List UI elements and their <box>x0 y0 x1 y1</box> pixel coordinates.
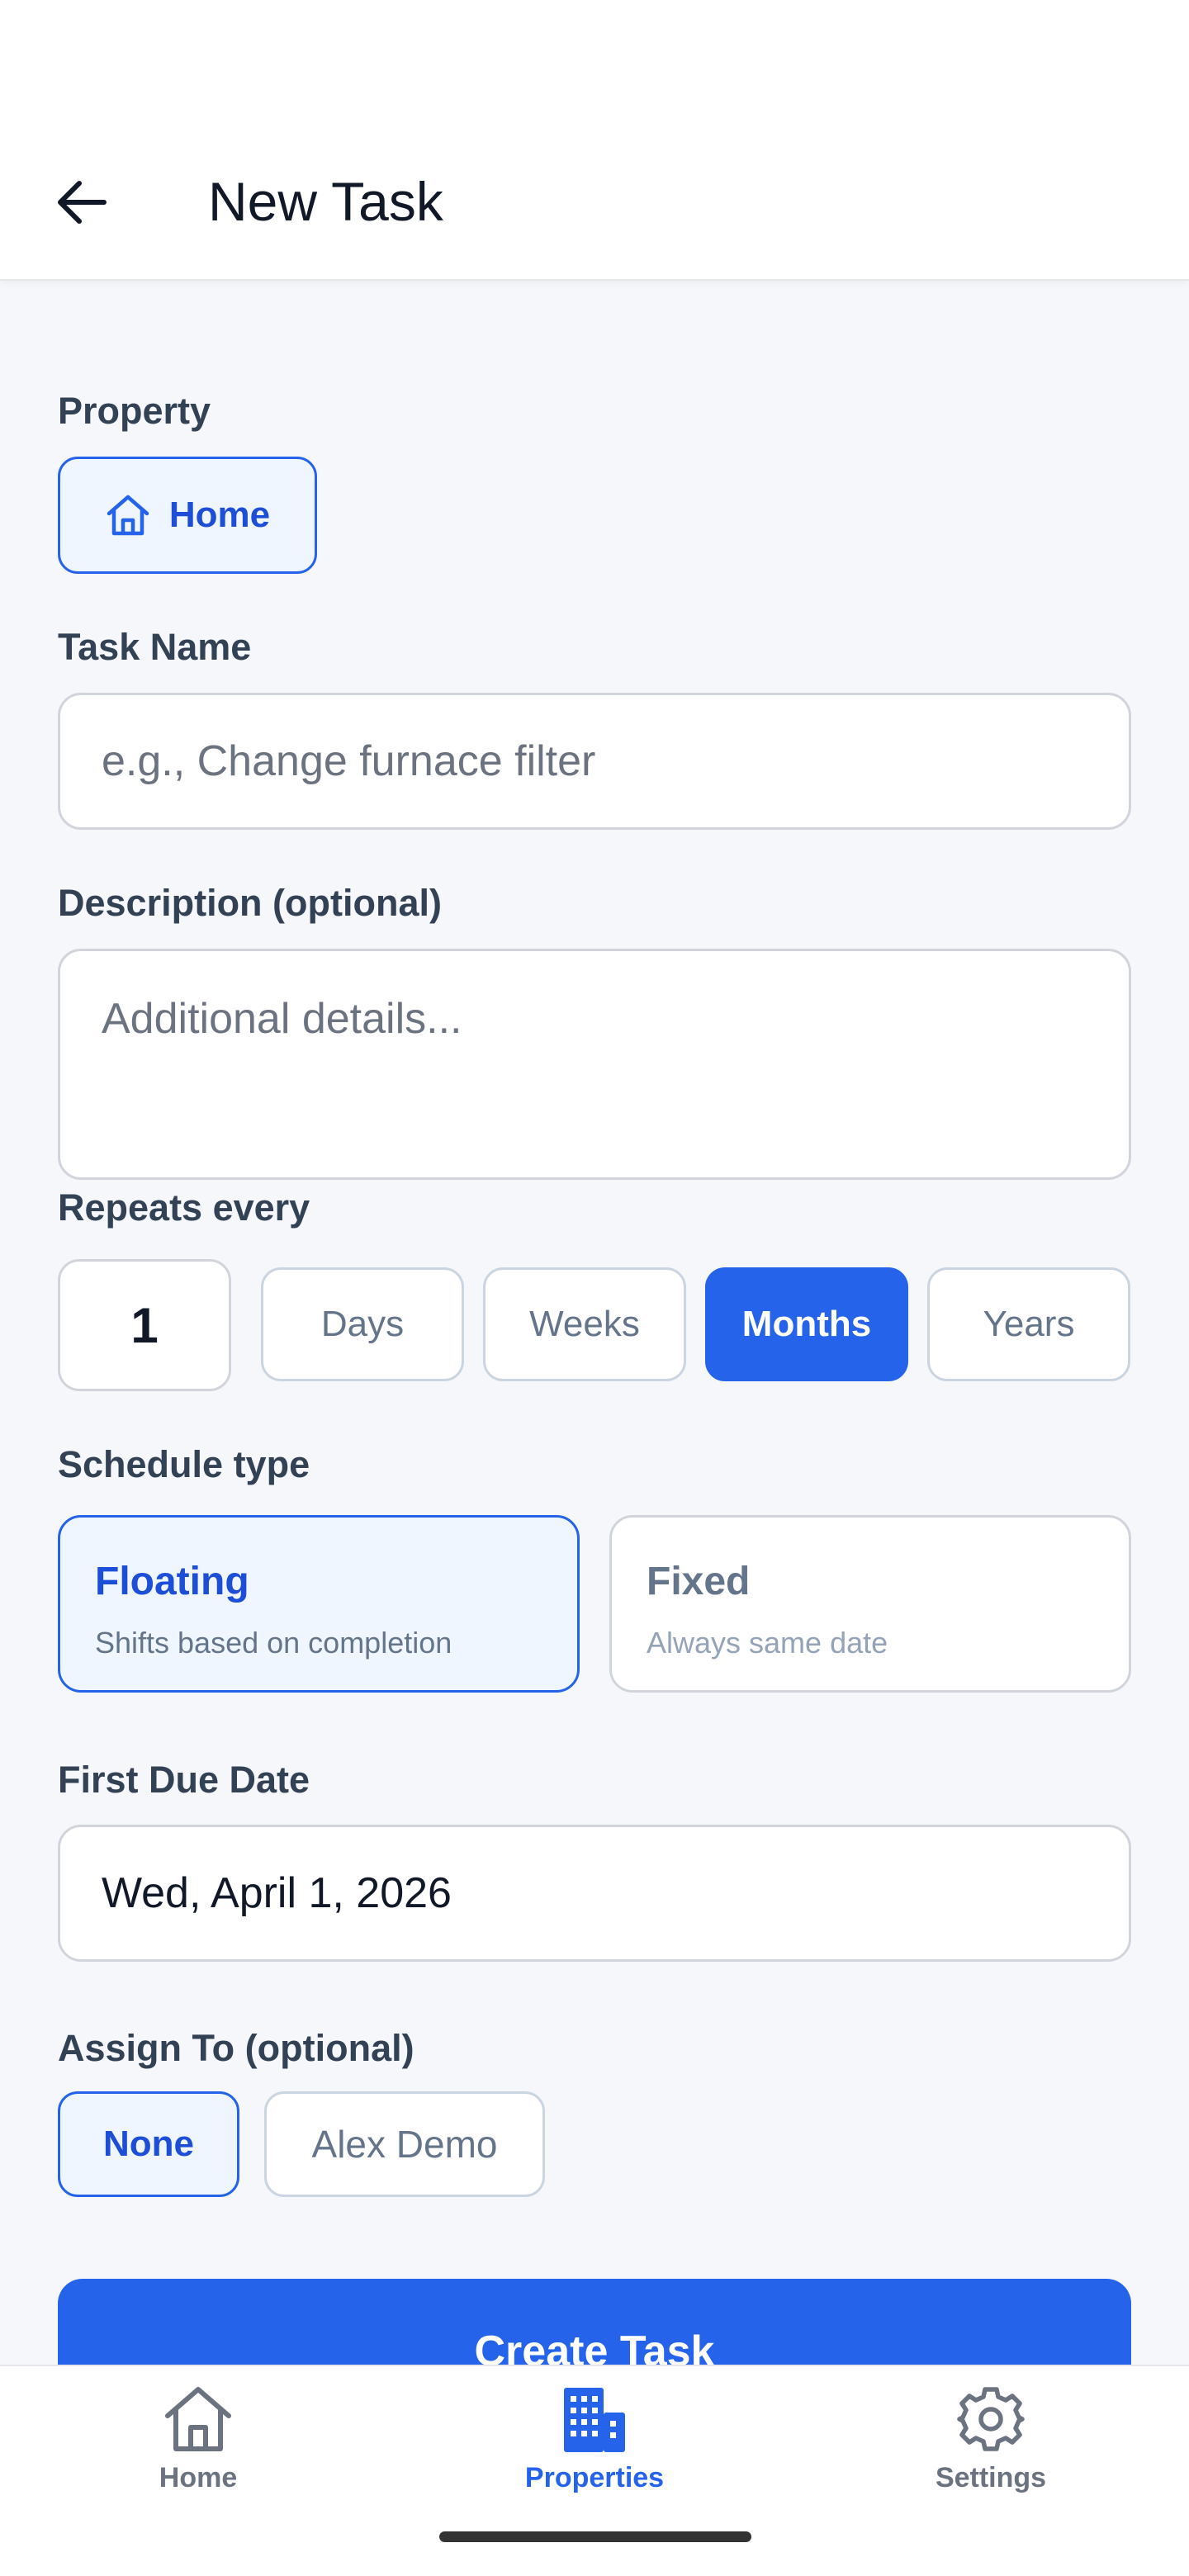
due-date-field[interactable]: Wed, April 1, 2026 <box>58 1825 1131 1962</box>
schedule-option-subtitle: Always same date <box>647 1626 888 1660</box>
app-bar: New Task <box>0 124 1189 281</box>
building-icon <box>564 2388 625 2452</box>
schedule-option-subtitle: Shifts based on completion <box>95 1626 452 1660</box>
nav-label-home: Home <box>159 2462 238 2493</box>
nav-label-properties: Properties <box>524 2462 665 2493</box>
schedule-option-title: Fixed <box>647 1560 751 1603</box>
property-chip-home[interactable]: Home <box>58 457 317 574</box>
task-name-input[interactable]: e.g., Change furnace filter <box>58 693 1131 830</box>
repeat-unit-years[interactable]: Years <box>927 1267 1130 1381</box>
gear-icon <box>957 2387 1025 2451</box>
nav-item-home[interactable]: Home <box>74 2384 322 2525</box>
schedule-option-fixed[interactable]: Fixed Always same date <box>609 1515 1131 1693</box>
assign-option-alex-demo[interactable]: Alex Demo <box>264 2091 545 2197</box>
home-outline-icon <box>107 495 149 536</box>
bottom-nav: Home Properties Settings <box>0 2365 1189 2576</box>
description-textarea[interactable]: Additional details... <box>58 949 1131 1180</box>
property-label: Property <box>58 390 211 432</box>
due-date-label: First Due Date <box>58 1759 310 1801</box>
schedule-option-floating[interactable]: Floating Shifts based on completion <box>58 1515 580 1693</box>
nav-item-settings[interactable]: Settings <box>867 2384 1115 2525</box>
status-bar <box>0 0 1189 124</box>
schedule-type-label: Schedule type <box>58 1443 310 1485</box>
arrow-left-icon <box>58 181 107 224</box>
repeat-unit-months[interactable]: Months <box>705 1267 908 1381</box>
description-label: Description (optional) <box>58 882 442 924</box>
description-placeholder: Additional details... <box>102 995 462 1043</box>
repeats-every-label: Repeats every <box>58 1186 310 1229</box>
assign-to-label: Assign To (optional) <box>58 2027 414 2069</box>
nav-item-properties[interactable]: Properties <box>471 2384 718 2525</box>
back-button[interactable] <box>50 175 112 230</box>
repeat-unit-days[interactable]: Days <box>261 1267 464 1381</box>
page-title: New Task <box>208 171 443 232</box>
repeat-unit-weeks[interactable]: Weeks <box>483 1267 686 1381</box>
schedule-option-title: Floating <box>95 1560 249 1603</box>
repeat-count-input[interactable]: 1 <box>58 1259 231 1391</box>
task-name-placeholder: e.g., Change furnace filter <box>102 737 596 785</box>
home-icon <box>165 2387 231 2451</box>
nav-label-settings: Settings <box>935 2462 1047 2493</box>
task-name-label: Task Name <box>58 626 252 668</box>
due-date-value: Wed, April 1, 2026 <box>102 1869 452 1917</box>
property-chip-label: Home <box>168 495 271 535</box>
home-indicator <box>439 2531 751 2542</box>
assign-option-none[interactable]: None <box>58 2091 239 2197</box>
